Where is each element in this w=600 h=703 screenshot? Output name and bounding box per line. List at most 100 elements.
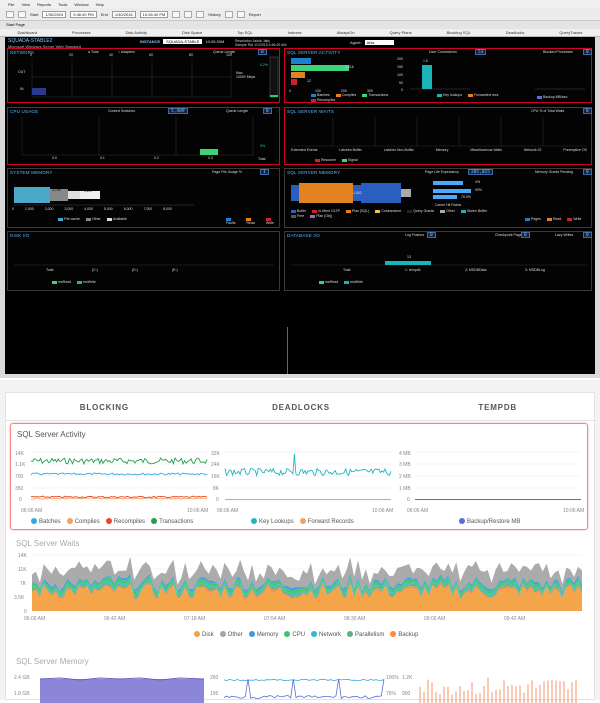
tab-querytraces[interactable]: QueryTraces [559, 30, 582, 35]
act2-y-24k: 24K [211, 462, 220, 468]
tab-indexes[interactable]: Indexes [288, 30, 302, 35]
zoom-in-icon[interactable] [172, 10, 181, 18]
act3-y-0: 0 [407, 497, 410, 503]
menu-help[interactable]: Help [96, 2, 104, 7]
legend-signal: Signal [341, 158, 358, 162]
legend-backup-mbsec: Backup MB/sec [537, 95, 567, 99]
tab-blocking-sql[interactable]: Blocking SQL [447, 30, 471, 35]
act1-y-700: 700 [15, 474, 24, 480]
legend-memory-item[interactable]: Memory [248, 631, 278, 638]
menu-file[interactable]: File [8, 2, 14, 7]
cache-hit-label: Cache Hit Ratios [435, 203, 462, 207]
cpu-panel: CPU USAGE Context Switches 5,409 Queue L… [7, 107, 280, 165]
agent-dropdown[interactable]: Ahis [364, 40, 395, 45]
zoom-out-icon[interactable] [184, 10, 193, 18]
end-date-field[interactable]: 1/30/2015 [111, 10, 136, 18]
forward-icon[interactable] [18, 10, 26, 18]
tab-processes[interactable]: Processes [72, 30, 91, 35]
history-button[interactable]: History [208, 12, 220, 17]
legend-key-lookups-item[interactable]: Key Lookups [251, 518, 294, 525]
tab-disk-activity[interactable]: Disk Activity [126, 30, 147, 35]
waits-y-14k: 14K [18, 553, 27, 559]
legend-parallelism-item[interactable]: Parallelism [347, 631, 384, 638]
wait-cat-preemptive-os: Preemptive OS [563, 148, 587, 152]
instance-selector: INSTANCE SQUADA-STABLE 10:06:30M [140, 39, 224, 44]
legend-other-item[interactable]: Other [219, 631, 243, 638]
sysmem-tick-1: 1,000 [24, 207, 34, 211]
act3-y-2mb: 2 MB [399, 474, 411, 480]
tab-deadlocks[interactable]: DEADLOCKS [203, 395, 400, 420]
menu-window[interactable]: Window [74, 2, 88, 7]
tab-query-plans[interactable]: Query Plans [390, 30, 412, 35]
legend-file-cache: File cache [58, 217, 80, 221]
radio-adapters[interactable]: ○ Adapters [118, 50, 135, 54]
calendar-icon[interactable] [224, 10, 233, 18]
pane-splitter[interactable] [287, 327, 288, 374]
instance-dropdown[interactable]: SQUADA-STABLE [163, 39, 203, 44]
legend-batches-item[interactable]: Batches [31, 518, 61, 525]
tab-tempdb[interactable]: TEMPDB [399, 395, 596, 420]
legend-backup-restore-item[interactable]: Backup/Restore MB [459, 518, 520, 525]
report-button[interactable]: Report [249, 12, 261, 17]
radio-total[interactable]: ● Total [88, 50, 98, 54]
legend-cpu-item[interactable]: CPU [284, 631, 305, 638]
start-time-field[interactable]: 9:46:40 PM [70, 10, 97, 18]
sysmem-tick-6: 6,000 [123, 207, 133, 211]
activity-chart-1 [30, 451, 208, 501]
toolbar: Start 1/30/2015 9:46:40 PM End 1/30/2015… [0, 8, 600, 21]
legend-columnstore: Columnstore [375, 209, 401, 213]
database-io-panel: DATABASE I/O Log Flushes 0 Checkpoint Pa… [284, 231, 592, 291]
start-date-field[interactable]: 1/30/2015 [42, 10, 67, 18]
wait-cat-network-io: Network IO [523, 148, 542, 152]
activity-chart-2 [224, 451, 392, 501]
log-flushes-value: 0 [427, 232, 436, 238]
page-file-usage-value: 1 [260, 169, 269, 175]
legend-compiles-item[interactable]: Compiles [66, 518, 100, 525]
legend-backup-item[interactable]: Backup [390, 631, 418, 638]
web-dashboard: BLOCKING DEADLOCKS TEMPDB SQL Server Act… [0, 380, 600, 703]
disk-row-e: (E:) [172, 268, 178, 272]
cpu-tick-1: 0.1 [100, 156, 105, 160]
mem1-y-18: 1.8 GB [14, 691, 30, 697]
back-icon[interactable] [6, 10, 14, 18]
network-pct: 0.2% [260, 63, 268, 67]
start-page-bar: Start Page [0, 21, 600, 29]
waits-x-4: 08:30 AM [344, 616, 366, 622]
activity-legend: Batches Compiles Transactions Recompiles [311, 93, 401, 102]
start-page-tab[interactable]: Start Page [6, 22, 25, 27]
cache-hit-value-3: 75.0% [461, 195, 471, 199]
disk-io-panel: DISK I/O Total (C:) (D:) (E:) msRead msW… [7, 231, 280, 291]
net-tick-100: 100 [226, 53, 232, 57]
tab-dashboard[interactable]: Dashboard [17, 30, 37, 35]
sqlmem-bar-value: 1,802 [353, 191, 362, 195]
menu-reports[interactable]: Reports [37, 2, 51, 7]
network-grid [31, 58, 232, 98]
activity-section-title: SQL Server Activity [17, 430, 86, 439]
user-conn-label: User Connections [429, 50, 457, 54]
sqlmem-legend: Buffer In-Mem OLTP Plan (SQL) Columnstor… [291, 209, 491, 218]
legend-transactions-item[interactable]: Transactions [151, 518, 193, 525]
sql-activity-panel: SQL SERVER ACTIVITY User Connections 53 … [284, 48, 592, 103]
legend-disk-item[interactable]: Disk [194, 631, 214, 638]
tab-blocking[interactable]: BLOCKING [6, 395, 203, 420]
refresh-icon[interactable] [196, 10, 205, 18]
tab-top-sql[interactable]: Top SQL [237, 30, 253, 35]
legend-network-item[interactable]: Network [311, 631, 341, 638]
wait-cat-latches-buffer: Latches Buffer [339, 148, 362, 152]
tab-alwayson[interactable]: AlwaysOn [337, 30, 355, 35]
menu-view[interactable]: View [21, 2, 30, 7]
legend-recompiles-item[interactable]: Recompiles [105, 518, 145, 525]
sql-waits-panel: SQL SERVER WAITS CPU % of Total Waits 0 … [284, 107, 592, 165]
legend-write: Write [265, 217, 279, 225]
mem1-y-24: 2.4 GB [14, 675, 30, 681]
sysmem-tick-2: 2,000 [44, 207, 54, 211]
legend-forward-records-item[interactable]: Forward Records [299, 518, 354, 525]
end-time-field[interactable]: 10:26:40 PM [139, 10, 169, 18]
tab-deadlocks[interactable]: Deadlocks [506, 30, 525, 35]
activity-mid-tick-150: 150 [397, 65, 403, 69]
menu-tools[interactable]: Tools [58, 2, 67, 7]
ple-value: 205,015 [468, 169, 493, 175]
edit-icon[interactable] [236, 10, 245, 18]
cpu-queue-label: Queue Length [226, 109, 249, 113]
tab-disk-space[interactable]: Disk Space [182, 30, 202, 35]
